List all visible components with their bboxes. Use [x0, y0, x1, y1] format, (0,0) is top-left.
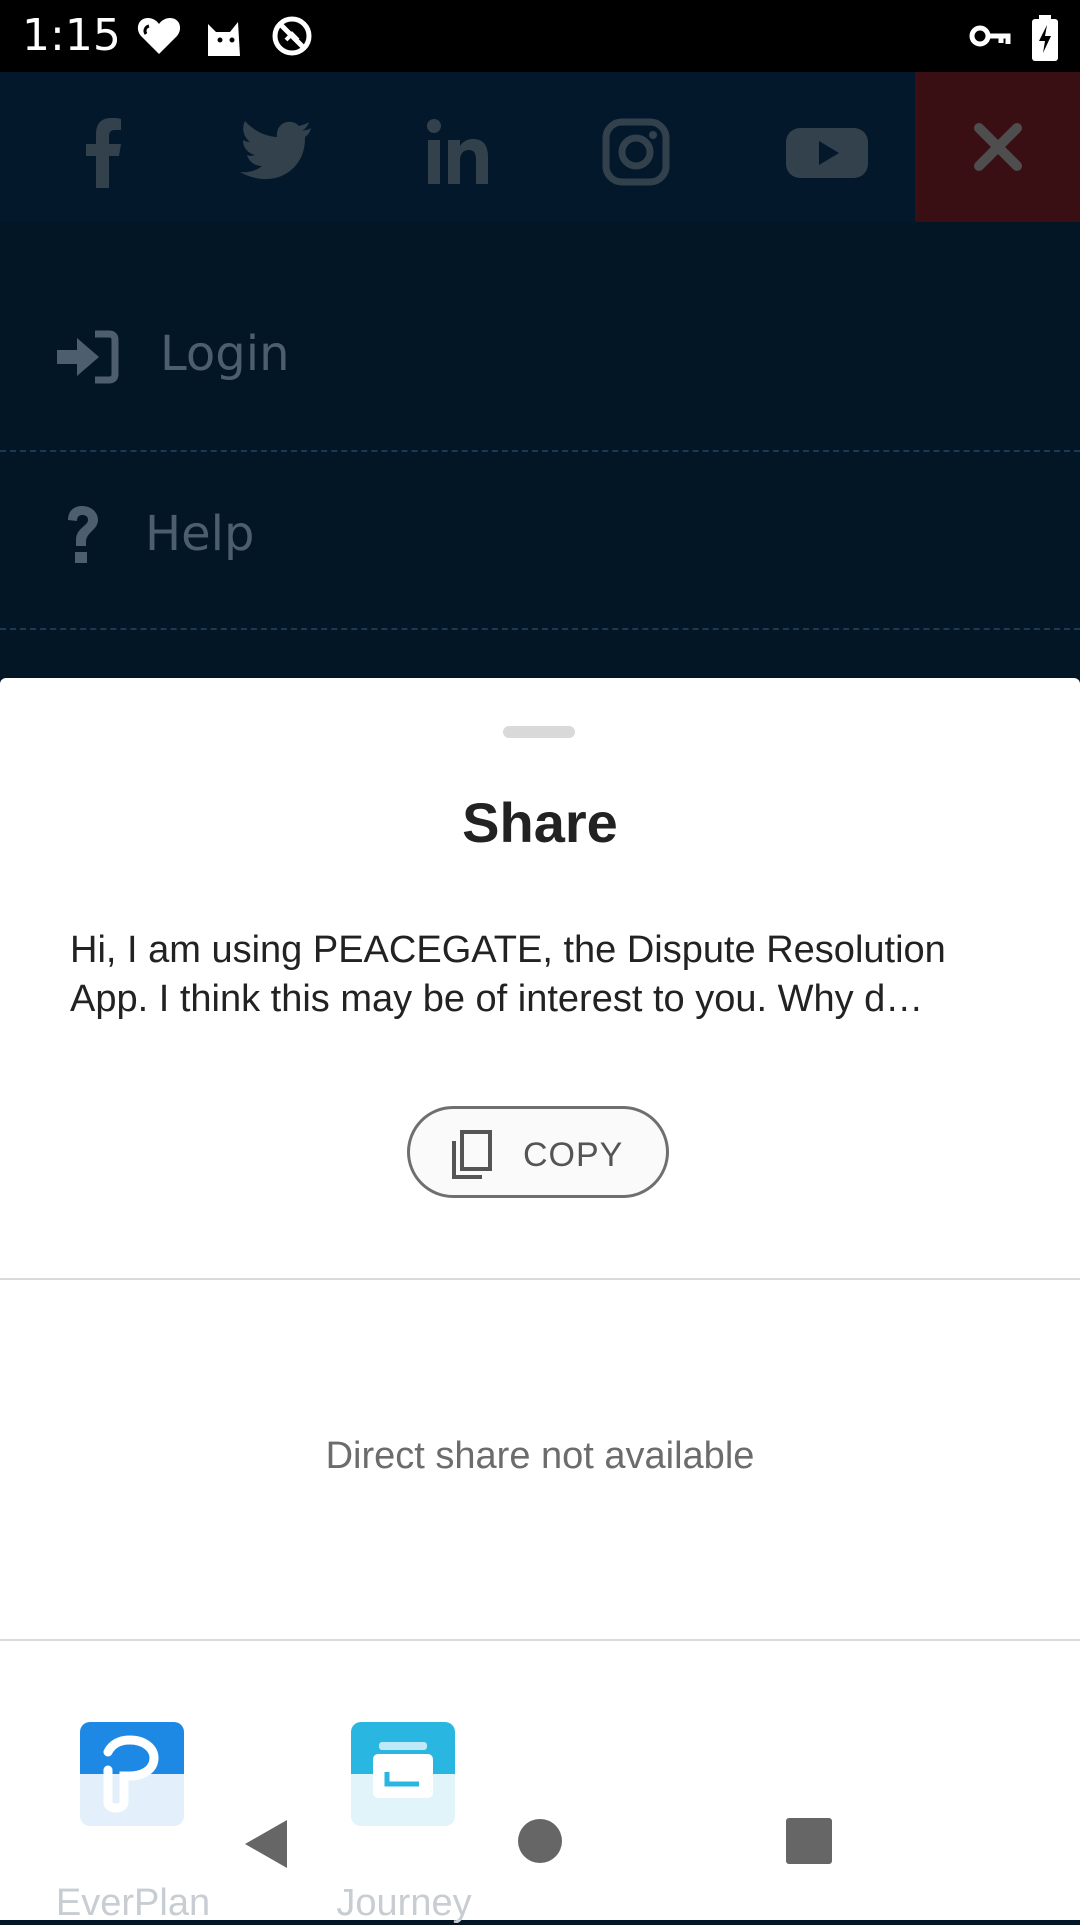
share-message-line-1: Hi, I am using PEACEGATE, the Dispute Re…: [70, 929, 946, 971]
facebook-icon[interactable]: [65, 112, 145, 192]
back-icon[interactable]: [243, 1818, 289, 1870]
battery-charging-icon: [1032, 15, 1058, 61]
status-bar: 1:15: [0, 0, 1080, 72]
twitter-icon[interactable]: [235, 112, 315, 192]
youtube-icon[interactable]: [782, 112, 872, 192]
help-icon: [68, 506, 98, 563]
social-bar: [0, 72, 915, 222]
share-title: Share: [462, 791, 618, 854]
menu-item-login[interactable]: Login: [0, 290, 1080, 452]
key-icon: [969, 25, 1011, 47]
recents-icon[interactable]: [786, 1818, 832, 1864]
share-message-line-2: App. I think this may be of interest to …: [70, 978, 924, 1020]
share-sheet: Share Hi, I am using PEACEGATE, the Disp…: [0, 678, 1080, 1924]
heart-icon: [137, 18, 181, 54]
sync-icon: [272, 16, 312, 56]
divider-top: [0, 1278, 1080, 1280]
copy-icon: [452, 1130, 492, 1179]
copy-label: COPY: [523, 1136, 624, 1174]
copy-button[interactable]: COPY: [407, 1106, 669, 1198]
cat-icon: [208, 22, 240, 56]
background-app: Login Help: [0, 72, 1080, 678]
close-icon: [974, 123, 1022, 171]
close-menu-button[interactable]: [915, 72, 1080, 222]
menu-label-help: Help: [145, 506, 255, 562]
login-icon: [57, 330, 119, 384]
linkedin-icon[interactable]: [418, 112, 498, 192]
divider-bottom: [0, 1639, 1080, 1641]
menu-label-login: Login: [160, 326, 290, 382]
home-icon[interactable]: [517, 1818, 563, 1864]
share-message: Hi, I am using PEACEGATE, the Dispute Re…: [70, 926, 1020, 1024]
navigation-bar: [0, 1770, 1080, 1920]
instagram-icon[interactable]: [596, 112, 676, 192]
status-time: 1:15: [22, 10, 121, 61]
direct-share-message: Direct share not available: [325, 1435, 755, 1477]
sheet-drag-handle[interactable]: [503, 726, 575, 738]
menu-item-help[interactable]: Help: [0, 450, 1080, 630]
